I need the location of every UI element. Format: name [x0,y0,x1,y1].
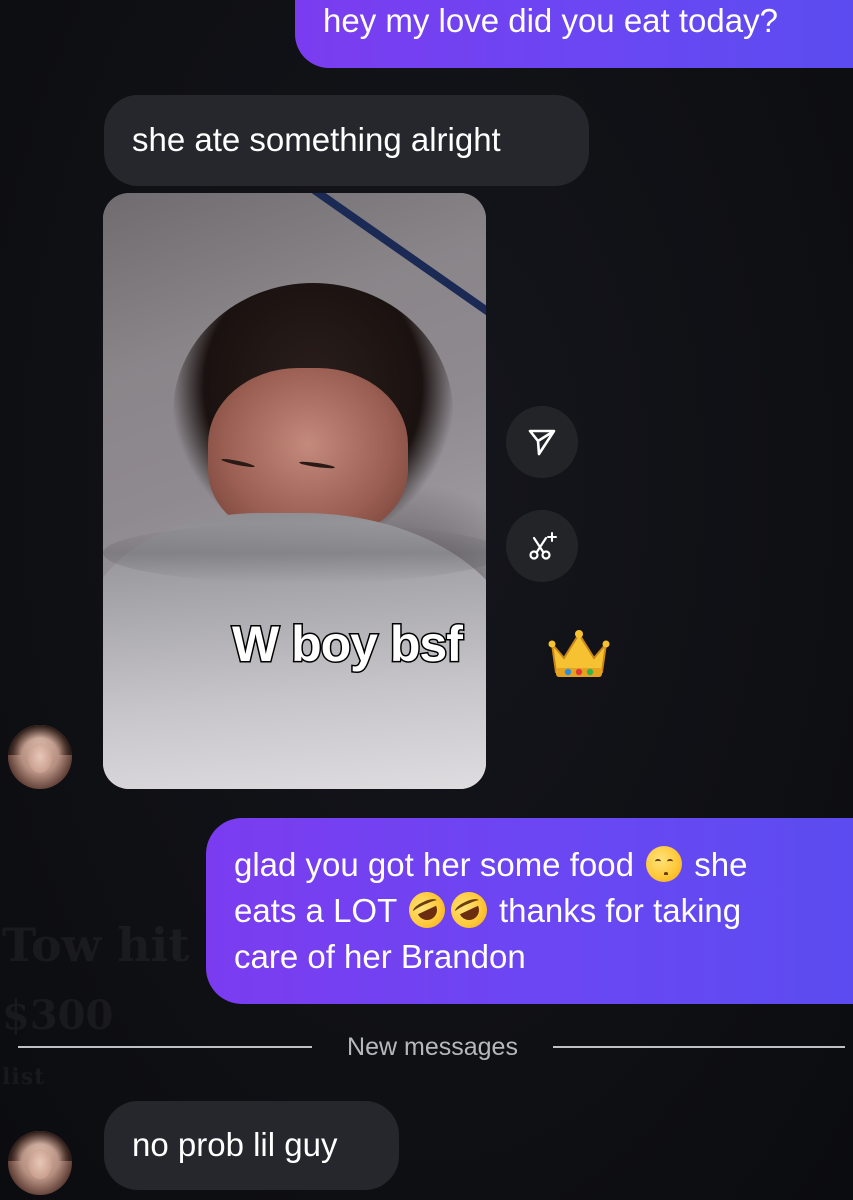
message-text: glad you got her some food [234,846,634,883]
message-outgoing-1[interactable]: hey my love did you eat today? [295,0,853,68]
message-incoming-1[interactable]: she ate something alright [104,95,589,186]
paper-plane-icon [528,429,556,456]
background-ghost-price: $300 [2,992,114,1039]
pleading-face-icon [646,846,683,882]
new-messages-divider: New messages [347,1033,518,1061]
message-line-1: glad you got her some food she [234,842,842,888]
message-outgoing-2[interactable]: glad you got her some food she eats a LO… [206,818,853,1004]
message-text: no prob lil guy [132,1126,338,1163]
avatar[interactable] [8,725,72,789]
photo-blanket-fold [103,523,486,583]
message-line-3: care of her Brandon [234,938,526,975]
background-ghost-caption: list [2,1064,46,1090]
avatar[interactable] [8,1131,72,1195]
message-text: eats a LOT [234,892,397,929]
background-ghost-text: Tow hit [2,918,190,972]
scissors-sparkle-icon [529,532,557,560]
message-line-2: eats a LOT thanks for taking [234,886,842,934]
crown-icon [548,630,610,677]
remix-button[interactable] [506,510,578,582]
message-text: she [694,846,748,883]
message-text: thanks for taking [499,892,742,929]
divider-line-right [553,1046,845,1048]
message-text: hey my love did you eat today? [323,2,778,39]
rolling-laughing-icon [444,886,493,934]
message-photo[interactable] [103,193,486,789]
photo-caption: W boy bsf [231,615,465,674]
rolling-laughing-icon [402,886,451,934]
divider-line-left [18,1046,312,1048]
share-button[interactable] [506,406,578,478]
message-incoming-2[interactable]: no prob lil guy [104,1101,399,1190]
message-text: she ate something alright [132,121,501,158]
chat-screen: Tow hit $300 list hey my love did you ea… [0,0,853,1200]
